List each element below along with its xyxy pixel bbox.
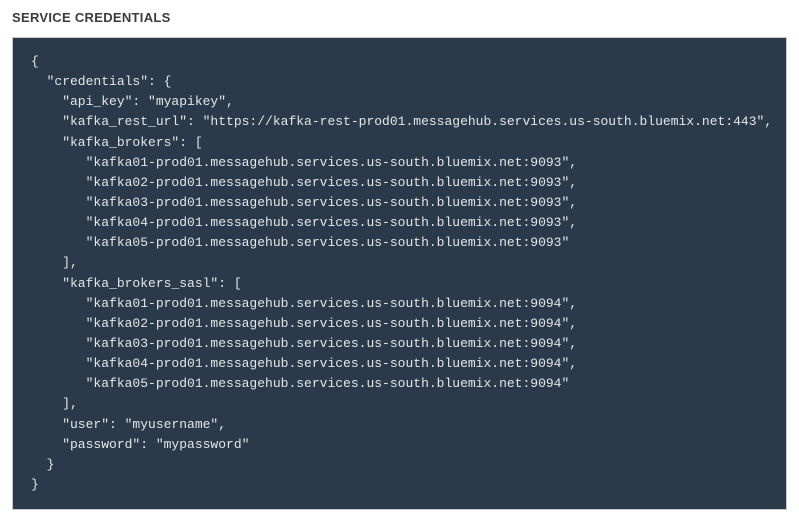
- credentials-json-block: { "credentials": { "api_key": "myapikey"…: [12, 37, 787, 510]
- section-title: SERVICE CREDENTIALS: [12, 10, 787, 25]
